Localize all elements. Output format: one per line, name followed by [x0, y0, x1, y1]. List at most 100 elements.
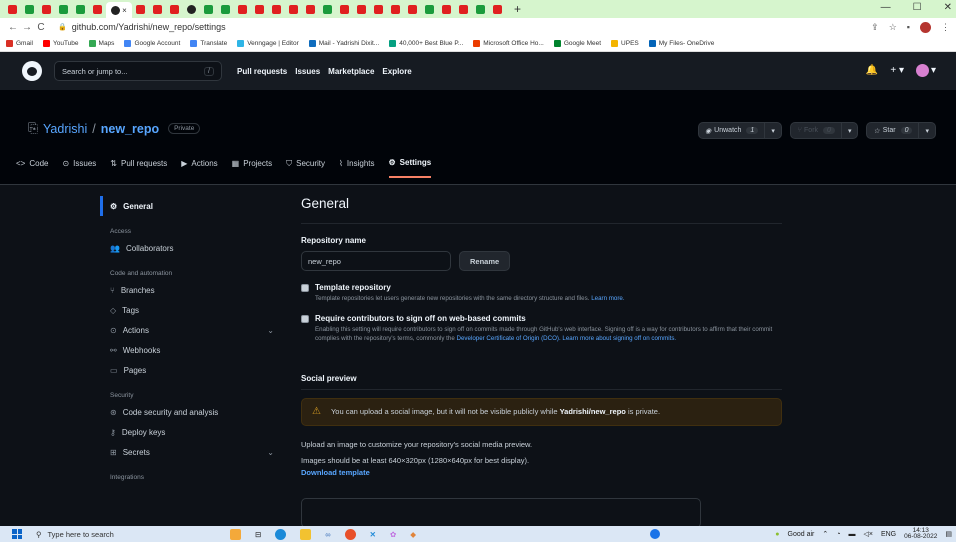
- maximize-button[interactable]: ☐: [913, 2, 922, 13]
- window-icon[interactable]: ▪: [907, 22, 910, 32]
- sidebar-item-deploy-keys[interactable]: ⚷ Deploy keys: [100, 422, 286, 442]
- url-field[interactable]: 🔒 github.com/Yadrishi/new_repo/settings: [58, 22, 871, 32]
- browser-tab[interactable]: [132, 2, 149, 16]
- sidebar-item-pages[interactable]: ▭ Pages: [100, 360, 286, 380]
- share-icon[interactable]: ⇪: [871, 22, 879, 33]
- app-icon[interactable]: ✿: [390, 530, 396, 539]
- bookmark-item[interactable]: Maps: [88, 40, 114, 47]
- fork-button[interactable]: ⑂ Fork 0 ▾: [789, 122, 859, 139]
- social-image-preview[interactable]: [301, 498, 701, 528]
- bookmark-item[interactable]: Mail - Yadrishi Dixit...: [308, 40, 379, 47]
- create-new-button[interactable]: + ▾: [890, 65, 904, 76]
- weather-status[interactable]: Good air: [788, 531, 815, 538]
- task-view-icon[interactable]: ⊟: [255, 530, 261, 539]
- tab-code[interactable]: <> Code: [16, 158, 48, 178]
- star-button[interactable]: ☆ Star 0 ▾: [866, 122, 936, 139]
- bookmark-item[interactable]: 40,000+ Best Blue P...: [389, 40, 463, 47]
- browser-tab[interactable]: [166, 2, 183, 16]
- help-icon[interactable]: [650, 529, 660, 539]
- topnav-issues[interactable]: Issues: [295, 67, 320, 76]
- browser-tab[interactable]: [387, 2, 404, 16]
- bell-icon[interactable]: 🔔: [866, 65, 878, 76]
- browser-tab[interactable]: [438, 2, 455, 16]
- browser-tab[interactable]: [200, 2, 217, 16]
- template-checkbox[interactable]: [301, 284, 309, 292]
- close-tab-icon[interactable]: ×: [122, 6, 127, 15]
- chrome-icon[interactable]: [344, 528, 356, 540]
- browser-tab[interactable]: [268, 2, 285, 16]
- browser-tab[interactable]: [472, 2, 489, 16]
- browser-tab[interactable]: [370, 2, 387, 16]
- github-logo-icon[interactable]: [22, 61, 42, 81]
- file-explorer-icon[interactable]: [300, 528, 312, 540]
- sidebar-item-general[interactable]: ⚙ General: [100, 196, 286, 216]
- browser-tab[interactable]: [319, 2, 336, 16]
- chevron-down-icon[interactable]: ▾: [764, 123, 781, 138]
- notifications-icon[interactable]: ▤: [945, 530, 952, 538]
- bookmark-item[interactable]: My Files- OneDrive: [648, 40, 714, 47]
- bookmark-item[interactable]: Google Account: [124, 40, 180, 47]
- browser-tab[interactable]: [489, 2, 506, 16]
- browser-tab[interactable]: [285, 2, 302, 16]
- topnav-marketplace[interactable]: Marketplace: [328, 67, 374, 76]
- sidebar-item-code-security-and-analysis[interactable]: ⊛ Code security and analysis: [100, 402, 286, 422]
- bookmark-item[interactable]: Google Meet: [553, 40, 601, 47]
- topnav-explore[interactable]: Explore: [382, 67, 411, 76]
- tab-settings[interactable]: ⚙ Settings: [388, 158, 432, 178]
- signoff-checkbox[interactable]: [301, 314, 309, 323]
- tab-issues[interactable]: ⊙ Issues: [62, 158, 96, 178]
- profile-avatar[interactable]: [920, 21, 931, 33]
- tab-pull-requests[interactable]: ⇅ Pull requests: [110, 158, 167, 178]
- learn-more-link[interactable]: Learn more.: [591, 295, 624, 302]
- rename-button[interactable]: Rename: [459, 251, 511, 271]
- taskbar-search[interactable]: ⚲ Type here to search: [36, 530, 206, 539]
- bookmark-item[interactable]: Venngage | Editor: [237, 40, 299, 47]
- browser-tab[interactable]: [302, 2, 319, 16]
- infinity-app-icon[interactable]: ∞: [325, 530, 330, 539]
- browser-tab[interactable]: [336, 2, 353, 16]
- reload-icon[interactable]: C: [34, 22, 48, 33]
- windows-start-icon[interactable]: [12, 529, 22, 539]
- repo-name-input[interactable]: [301, 251, 451, 271]
- browser-tab[interactable]: [4, 2, 21, 16]
- edge-icon[interactable]: [275, 528, 287, 540]
- new-tab-button[interactable]: +: [514, 2, 521, 16]
- browser-tab[interactable]: [217, 2, 234, 16]
- browser-tab[interactable]: [421, 2, 438, 16]
- repo-owner-link[interactable]: Yadrishi: [43, 122, 87, 136]
- unwatch-button[interactable]: ◉ Unwatch 1 ▾: [698, 122, 782, 139]
- bookmark-star-icon[interactable]: ☆: [889, 22, 897, 33]
- browser-tab[interactable]: [38, 2, 55, 16]
- network-icon[interactable]: ◔: [836, 531, 840, 538]
- bookmark-item[interactable]: YouTube: [42, 40, 79, 47]
- browser-tab[interactable]: [183, 2, 200, 16]
- menu-kebab-icon[interactable]: ⋮: [941, 22, 950, 33]
- browser-tab[interactable]: [234, 2, 251, 16]
- bookmark-item[interactable]: Gmail: [6, 40, 33, 47]
- forward-icon[interactable]: →: [20, 22, 34, 33]
- browser-tab-active[interactable]: ×: [106, 2, 132, 18]
- language-indicator[interactable]: ENG: [881, 531, 896, 538]
- browser-tab[interactable]: [21, 2, 38, 16]
- browser-tab[interactable]: [72, 2, 89, 16]
- dco-link[interactable]: Developer Certificate of Origin (DCO). L…: [457, 335, 677, 342]
- tab-security[interactable]: ⛉ Security: [286, 158, 325, 178]
- search-input[interactable]: Search or jump to... /: [54, 61, 222, 81]
- clock[interactable]: 14:13 06-08-2022: [904, 527, 937, 541]
- tab-insights[interactable]: ⌇ Insights: [339, 158, 374, 178]
- chevron-down-icon[interactable]: ▾: [840, 123, 858, 138]
- browser-tab[interactable]: [149, 2, 166, 16]
- sidebar-item-webhooks[interactable]: ⚯ Webhooks: [100, 340, 286, 360]
- minimize-button[interactable]: —: [881, 2, 891, 13]
- sidebar-item-branches[interactable]: ⑂ Branches: [100, 280, 286, 300]
- bookmark-item[interactable]: Translate: [190, 40, 227, 47]
- browser-tab[interactable]: [55, 2, 72, 16]
- browser-tab[interactable]: [455, 2, 472, 16]
- tab-projects[interactable]: ▦ Projects: [232, 158, 272, 178]
- download-template-link[interactable]: Download template: [301, 468, 782, 477]
- browser-tab[interactable]: [353, 2, 370, 16]
- browser-tab[interactable]: [251, 2, 268, 16]
- browser-tab[interactable]: [89, 2, 106, 16]
- chevron-down-icon[interactable]: ▾: [918, 123, 935, 138]
- sidebar-item-collaborators[interactable]: 👥 Collaborators: [100, 238, 286, 258]
